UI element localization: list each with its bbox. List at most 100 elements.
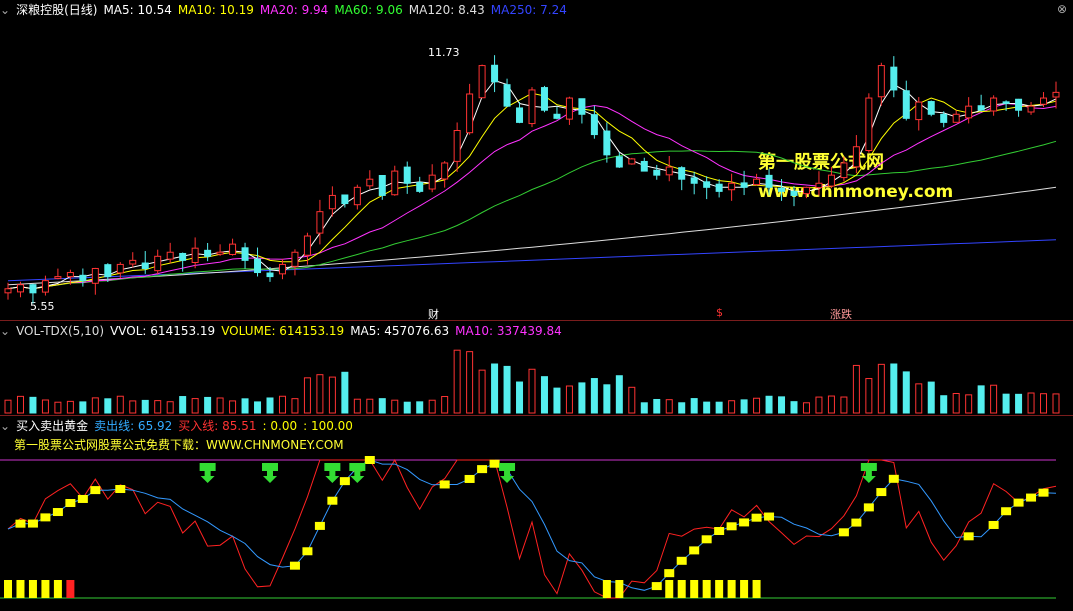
rising-block: [1038, 488, 1049, 497]
candle-body: [316, 211, 324, 234]
volume-bar: [54, 401, 62, 414]
bottom-signal-bar: [28, 580, 37, 598]
candle-body: [341, 194, 349, 205]
rising-block: [289, 561, 300, 570]
candle-body: [1052, 91, 1060, 98]
candle-body: [391, 170, 399, 196]
candle-body: [428, 174, 436, 190]
candle-body: [179, 252, 187, 261]
candle-body: [640, 160, 648, 172]
bottom-signal-bar: [602, 580, 611, 598]
candle-body: [603, 130, 611, 156]
rising-block: [988, 520, 999, 529]
volume-bar: [316, 374, 324, 414]
candle-body: [877, 65, 885, 98]
volume-bar: [428, 399, 436, 414]
candle-body: [516, 107, 524, 123]
candle-body: [303, 235, 311, 256]
volume-bar: [79, 401, 87, 414]
candle-body: [927, 101, 935, 115]
candle-body: [528, 89, 536, 125]
volume-bar: [665, 399, 673, 414]
bottom-signal-bar: [690, 580, 699, 598]
volume-bar: [266, 397, 274, 414]
sell-arrow-icon: [860, 463, 877, 483]
ma120-line: [7, 186, 1057, 286]
volume-bar: [965, 394, 973, 414]
volume-bar: [802, 402, 810, 414]
rising-block: [464, 474, 475, 483]
candle-body: [366, 178, 374, 187]
candle-body: [291, 251, 299, 267]
volume-bar: [927, 381, 935, 414]
rising-block: [726, 522, 737, 531]
volume-bar: [4, 399, 12, 414]
rising-block: [90, 486, 101, 495]
candle-body: [416, 182, 424, 192]
volume-bar: [715, 401, 723, 414]
candle-body: [41, 280, 49, 293]
candle-body: [790, 190, 798, 196]
candle-body: [216, 251, 224, 255]
volume-bar: [353, 398, 361, 414]
rising-block: [863, 503, 874, 512]
bottom-signal-bar: [740, 580, 749, 598]
volume-bar: [977, 385, 985, 414]
volume-bar: [565, 385, 573, 414]
volume-bar: [278, 395, 286, 414]
volume-bar: [204, 396, 212, 414]
candle-body: [690, 177, 698, 184]
candle-body: [353, 186, 361, 206]
volume-bar: [540, 376, 548, 414]
candle-body: [890, 66, 898, 91]
candle-body: [54, 276, 62, 279]
sell-arrow-icon: [262, 463, 278, 483]
volume-bar: [815, 396, 823, 414]
volume-bar: [952, 393, 960, 414]
volume-bar: [378, 398, 386, 414]
rising-block: [364, 456, 375, 464]
candle-body: [453, 130, 461, 162]
rising-block: [439, 480, 450, 489]
rising-block: [1001, 507, 1012, 516]
rising-block: [489, 459, 500, 468]
volume-bar: [391, 399, 399, 414]
candle-body: [815, 182, 823, 189]
candle-body: [229, 243, 237, 255]
candle-body: [840, 162, 848, 179]
candle-body: [940, 113, 948, 123]
volume-bar: [603, 384, 611, 414]
bottom-signal-bar: [702, 580, 711, 598]
volume-bar: [877, 363, 885, 414]
volume-bar: [528, 368, 536, 414]
volume-bar: [840, 396, 848, 414]
volume-bar: [678, 402, 686, 414]
rising-block: [65, 498, 76, 507]
volume-bar: [478, 369, 486, 414]
candle-body: [204, 249, 212, 257]
rising-block: [52, 508, 63, 517]
candle-body: [241, 247, 249, 261]
volume-bar: [216, 397, 224, 414]
volume-bar: [116, 395, 124, 414]
ma60-line: [7, 140, 1057, 290]
volume-bar: [366, 398, 374, 414]
candle-body: [154, 255, 162, 272]
rising-block: [714, 527, 725, 536]
candle-body: [116, 263, 124, 274]
rising-block: [302, 547, 313, 556]
rising-block: [751, 513, 762, 522]
volume-bar: [403, 401, 411, 414]
candle-body: [827, 174, 835, 187]
candle-body: [79, 274, 87, 282]
rising-block: [339, 477, 350, 486]
rising-block: [701, 535, 712, 544]
candle-body: [915, 101, 923, 121]
candle-body: [553, 113, 561, 119]
volume-bar: [1052, 393, 1060, 414]
volume-bar: [516, 381, 524, 414]
candle-body: [628, 158, 636, 165]
candle-body: [278, 263, 286, 275]
candle-body: [104, 264, 112, 278]
candle-body: [615, 156, 623, 168]
